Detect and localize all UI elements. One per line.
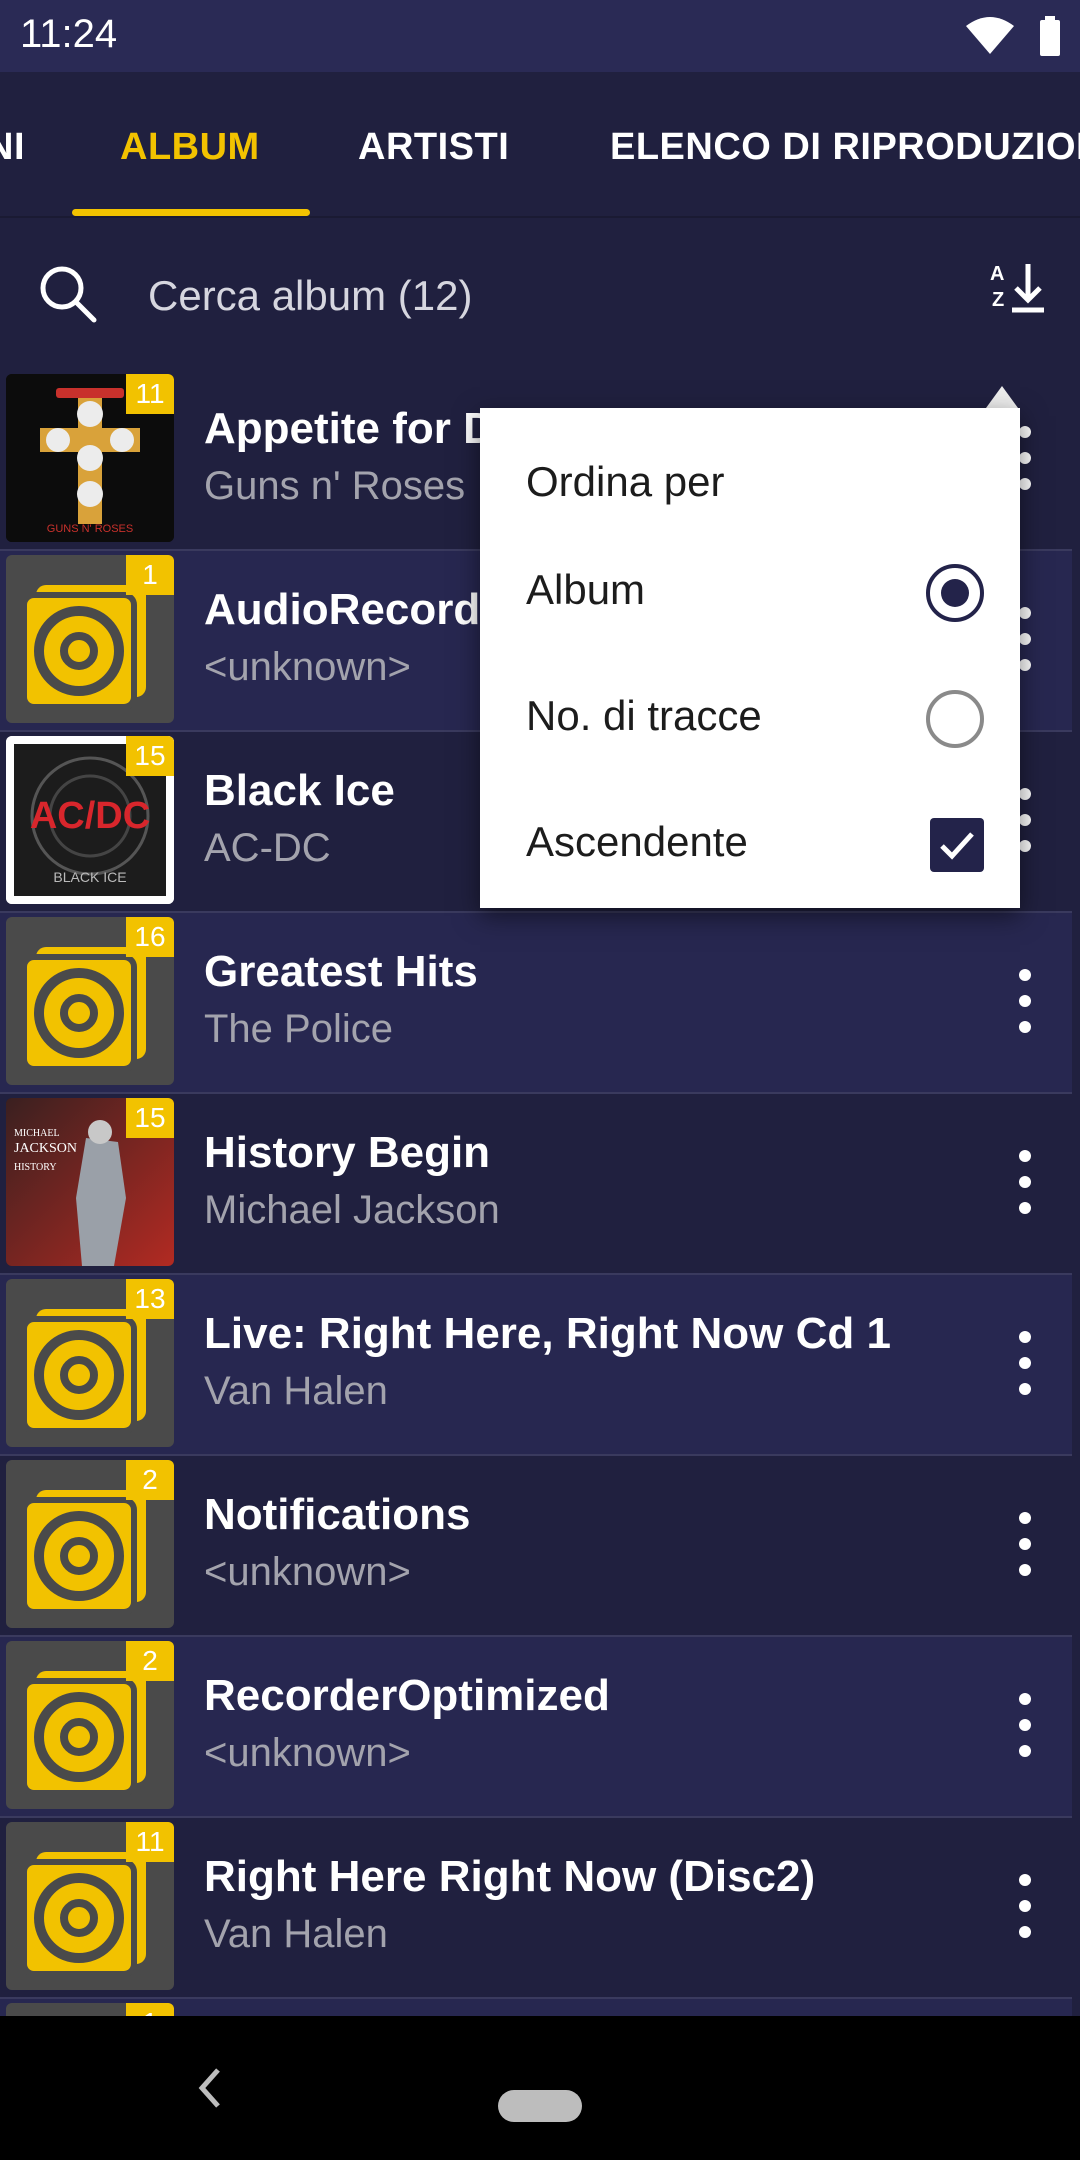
sort-option-label: No. di tracce — [526, 692, 762, 739]
album-artist: Guns n' Roses — [204, 464, 466, 508]
more-options-icon[interactable] — [1014, 1150, 1036, 1214]
album-title: AudioRecorder — [204, 585, 522, 634]
album-row[interactable]: 2 Notifications <unknown> — [0, 1456, 1072, 1637]
svg-text:JACKSON: JACKSON — [14, 1141, 77, 1156]
tab-album[interactable]: ALBUM — [120, 126, 260, 169]
track-count-badge: 11 — [126, 1822, 174, 1862]
active-tab-indicator — [72, 209, 310, 216]
album-row[interactable]: 2 RecorderOptimized <unknown> — [0, 1637, 1072, 1818]
status-bar: 11:24 — [0, 0, 1080, 72]
sort-option-ascending[interactable]: Ascendente — [480, 784, 1020, 904]
tab-previous[interactable]: NI — [0, 126, 25, 169]
search-icon[interactable] — [38, 264, 98, 324]
album-artist: Van Halen — [204, 1369, 388, 1413]
album-title: Notifications — [204, 1490, 471, 1539]
track-count-badge: 1 — [126, 2003, 174, 2016]
search-bar: Cerca album (12) A Z — [0, 220, 1080, 370]
album-cover: AC/DC BLACK ICE 15 — [6, 736, 174, 904]
album-title: Live: Right Here, Right Now Cd 1 — [204, 1309, 891, 1358]
album-cover: 11 — [6, 1822, 174, 1990]
radio-button[interactable] — [926, 690, 984, 748]
album-cover: 16 — [6, 917, 174, 1085]
sort-az-icon[interactable]: A Z — [990, 260, 1046, 316]
album-artist: <unknown> — [204, 1550, 411, 1594]
svg-text:BLACK ICE: BLACK ICE — [53, 869, 126, 885]
svg-text:AC/DC: AC/DC — [30, 795, 150, 837]
battery-icon — [1040, 16, 1060, 56]
more-options-icon[interactable] — [1014, 1331, 1036, 1395]
tab-bar: NI ALBUM ARTISTI ELENCO DI RIPRODUZIONE — [0, 72, 1080, 218]
album-row[interactable]: 16 Greatest Hits The Police — [0, 913, 1072, 1094]
svg-text:HISTORY: HISTORY — [14, 1162, 57, 1173]
more-options-icon[interactable] — [1014, 969, 1036, 1033]
radio-button-selected[interactable] — [926, 564, 984, 622]
album-artist: The Police — [204, 1007, 393, 1051]
album-artist: <unknown> — [204, 1731, 411, 1775]
album-cover: 13 — [6, 1279, 174, 1447]
album-screen: NI ALBUM ARTISTI ELENCO DI RIPRODUZIONE … — [0, 72, 1080, 2016]
svg-text:A: A — [990, 263, 1004, 285]
track-count-badge: 13 — [126, 1279, 174, 1319]
album-artist: <unknown> — [204, 645, 411, 689]
track-count-badge: 15 — [126, 1098, 174, 1138]
album-row[interactable]: MICHAEL JACKSON HISTORY 15 History Begin… — [0, 1094, 1072, 1275]
album-artist: Van Halen — [204, 1912, 388, 1956]
sort-option-track-count[interactable]: No. di tracce — [480, 658, 1020, 778]
svg-text:Z: Z — [992, 289, 1004, 311]
album-cover: 2 — [6, 1641, 174, 1809]
sort-option-album[interactable]: Album — [480, 532, 1020, 652]
svg-text:MICHAEL: MICHAEL — [14, 1128, 60, 1139]
album-title: RecorderOptimized — [204, 1671, 610, 1720]
track-count-badge: 15 — [126, 736, 174, 776]
album-title: History Begin — [204, 1128, 491, 1177]
track-count-badge: 1 — [126, 555, 174, 595]
home-pill[interactable] — [498, 2090, 582, 2122]
track-count-badge: 11 — [126, 374, 174, 414]
wifi-icon — [966, 17, 1014, 54]
search-input[interactable]: Cerca album (12) — [148, 272, 472, 320]
album-cover: GUNS N' ROSES 11 — [6, 374, 174, 542]
svg-text:GUNS N' ROSES: GUNS N' ROSES — [47, 523, 133, 535]
album-cover: MICHAEL JACKSON HISTORY 15 — [6, 1098, 174, 1266]
checkmark-icon — [940, 832, 974, 860]
system-nav-bar — [0, 2016, 1080, 2160]
album-title: Black Ice — [204, 766, 395, 815]
more-options-icon[interactable] — [1014, 1693, 1036, 1757]
more-options-icon[interactable] — [1014, 1874, 1036, 1938]
sort-menu: Ordina per Album No. di tracce Ascendent… — [480, 408, 1020, 908]
album-title: Right Here Right Now (Disc2) — [204, 1852, 816, 1901]
track-count-badge: 2 — [126, 1641, 174, 1681]
album-row[interactable]: 13 Live: Right Here, Right Now Cd 1 Van … — [0, 1275, 1072, 1456]
album-row[interactable]: 1 — [0, 1999, 1072, 2016]
album-cover: 1 — [6, 555, 174, 723]
album-row[interactable]: 11 Right Here Right Now (Disc2) Van Hale… — [0, 1818, 1072, 1999]
more-options-icon[interactable] — [1014, 1512, 1036, 1576]
album-cover: 1 — [6, 2003, 174, 2016]
popup-caret — [986, 386, 1018, 408]
sort-option-label: Album — [526, 566, 646, 613]
track-count-badge: 16 — [126, 917, 174, 957]
ascending-checkbox[interactable] — [930, 818, 984, 872]
sort-option-label: Ascendente — [526, 818, 748, 865]
tab-elenco-di-riproduzione[interactable]: ELENCO DI RIPRODUZIONE — [610, 126, 1080, 169]
status-time: 11:24 — [20, 12, 118, 56]
back-icon[interactable] — [192, 2062, 224, 2114]
tab-artisti[interactable]: ARTISTI — [358, 126, 509, 169]
album-artist: AC-DC — [204, 826, 331, 870]
track-count-badge: 2 — [126, 1460, 174, 1500]
sort-menu-header: Ordina per — [526, 458, 725, 505]
album-artist: Michael Jackson — [204, 1188, 500, 1232]
album-title: Greatest Hits — [204, 947, 478, 996]
album-cover: 2 — [6, 1460, 174, 1628]
